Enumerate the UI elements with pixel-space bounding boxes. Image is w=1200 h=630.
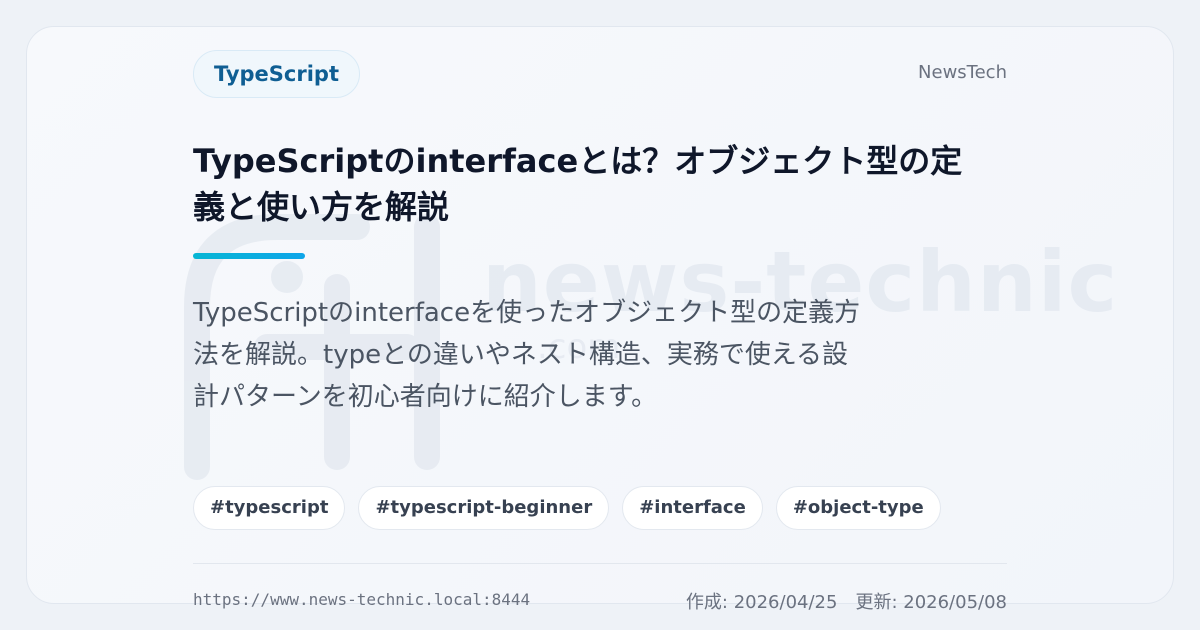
footer-divider: [193, 563, 1007, 564]
article-title: TypeScriptのinterfaceとは？オブジェクト型の定義と使い方を解説: [193, 142, 963, 226]
tag-typescript-beginner[interactable]: #typescript-beginner: [358, 486, 610, 530]
updated-date: 更新: 2026/05/08: [855, 592, 1007, 613]
tag-typescript[interactable]: #typescript: [193, 486, 346, 530]
created-date: 作成: 2026/04/25: [685, 592, 838, 613]
tag-object-type[interactable]: #object-type: [775, 486, 941, 530]
tag-list: #typescript #typescript-beginner #interf…: [193, 486, 1007, 530]
tag-interface[interactable]: #interface: [622, 486, 763, 530]
title-accent-bar: [193, 253, 305, 259]
article-description: TypeScriptのinterfaceを使ったオブジェクト型の定義方法を解説。…: [193, 298, 861, 412]
header-row: TypeScript NewsTech: [193, 50, 1007, 98]
article-dates: 作成: 2026/04/25 更新: 2026/05/08: [686, 588, 1007, 614]
category-pill[interactable]: TypeScript: [193, 50, 360, 98]
article-url[interactable]: https://www.news-technic.local:8444: [193, 590, 530, 609]
footer: https://www.news-technic.local:8444 作成: …: [193, 588, 1007, 616]
site-name: NewsTech: [918, 62, 1007, 83]
